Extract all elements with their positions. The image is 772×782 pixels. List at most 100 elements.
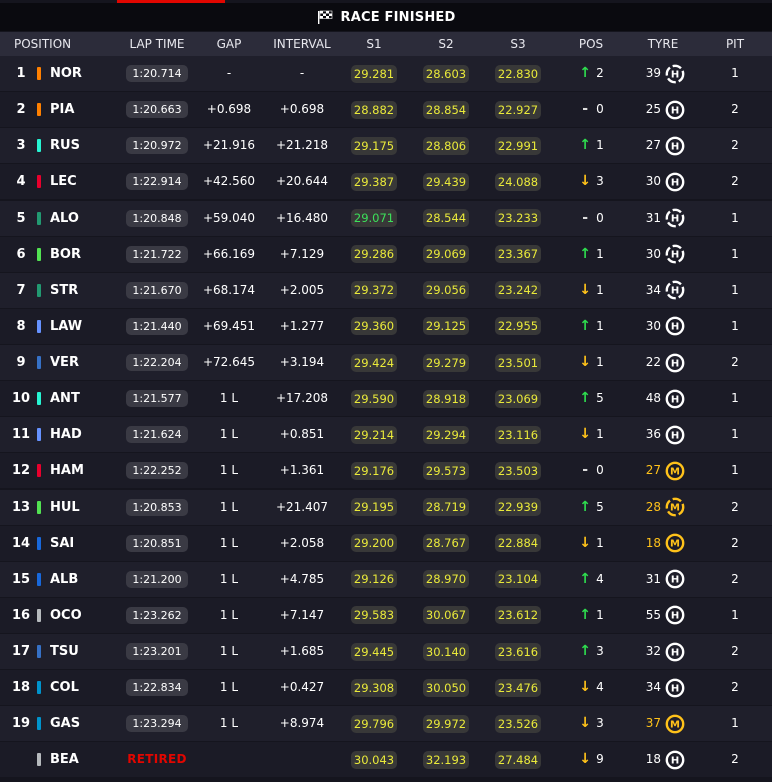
team-color-bar bbox=[37, 572, 41, 586]
pit-count: 1 bbox=[731, 246, 739, 261]
s3-cell: 23.501 bbox=[490, 345, 546, 380]
medium-tyre-icon: M bbox=[665, 714, 685, 734]
driver-code: ALO bbox=[50, 210, 79, 226]
table-row[interactable]: 11 HAD 1:21.624 1 L +0.851 29.214 29.294… bbox=[0, 417, 772, 453]
position-change-value: 0 bbox=[596, 463, 604, 478]
hard-tyre-icon: H bbox=[665, 208, 685, 228]
s3-cell: 24.088 bbox=[490, 164, 546, 199]
sector-2-time: 29.439 bbox=[423, 172, 469, 191]
table-row[interactable]: 4 LEC 1:22.914 +42.560 +20.644 29.387 29… bbox=[0, 164, 772, 200]
tyre-compound-letter: H bbox=[671, 105, 679, 116]
retired-label: RETIRED bbox=[127, 752, 187, 767]
sector-3-time: 23.526 bbox=[495, 714, 541, 733]
header-lap-time[interactable]: LAP TIME bbox=[118, 32, 196, 56]
team-color-bar bbox=[37, 211, 41, 225]
s2-cell: 29.069 bbox=[418, 237, 474, 272]
arrow-up-icon: ↑ bbox=[579, 498, 592, 515]
gap-value: 1 L bbox=[219, 463, 239, 478]
table-row[interactable]: 12 HAM 1:22.252 1 L +1.361 29.176 29.573… bbox=[0, 453, 772, 489]
gap-value: +21.916 bbox=[202, 138, 256, 153]
position-number: 15 bbox=[11, 571, 31, 587]
position-change-value: 1 bbox=[596, 355, 604, 369]
interval-value: - bbox=[299, 66, 305, 80]
lap-time-cell: 1:21.577 bbox=[118, 381, 196, 416]
table-row[interactable]: 6 BOR 1:21.722 +66.169 +7.129 29.286 29.… bbox=[0, 236, 772, 272]
header-pos[interactable]: POS bbox=[566, 32, 616, 56]
header-s2[interactable]: S2 bbox=[418, 32, 474, 56]
s3-cell: 27.484 bbox=[490, 742, 546, 777]
table-row[interactable]: BEA RETIRED 30.043 32.193 27.484 ↓ 9 18 H … bbox=[0, 742, 772, 778]
position-change-value: 1 bbox=[596, 427, 604, 442]
driver-code: HUL bbox=[50, 499, 80, 515]
table-row[interactable]: 13 HUL 1:20.853 1 L +21.407 29.195 28.71… bbox=[0, 489, 772, 525]
sector-3-time: 23.242 bbox=[495, 281, 541, 300]
table-row[interactable]: 7 STR 1:21.670 +68.174 +2.005 29.372 29.… bbox=[0, 272, 772, 308]
lap-time-cell: 1:21.200 bbox=[118, 562, 196, 597]
header-s1[interactable]: S1 bbox=[346, 32, 402, 56]
lap-time-cell: 1:21.440 bbox=[118, 309, 196, 344]
team-color-bar bbox=[37, 645, 41, 658]
tyre-laps: 30 bbox=[645, 318, 661, 333]
lap-time-cell: 1:20.853 bbox=[118, 490, 196, 525]
team-color-bar bbox=[37, 175, 41, 189]
header-position[interactable]: POSITION bbox=[14, 32, 84, 56]
interval-value: +1.361 bbox=[279, 463, 325, 478]
position-change: ↓ 1 bbox=[556, 526, 626, 561]
sector-2-time: 28.970 bbox=[423, 570, 469, 589]
header-s3[interactable]: S3 bbox=[490, 32, 546, 56]
header-pit[interactable]: PIT bbox=[712, 32, 758, 56]
table-row[interactable]: 9 VER 1:22.204 +72.645 +3.194 29.424 29.… bbox=[0, 345, 772, 380]
position-number: 14 bbox=[11, 535, 31, 551]
tyre-compound-letter: H bbox=[671, 755, 679, 766]
table-row[interactable]: 17 TSU 1:23.201 1 L +1.685 29.445 30.140… bbox=[0, 634, 772, 669]
tyre-compound-letter: H bbox=[671, 611, 679, 622]
pit-count: 2 bbox=[731, 355, 739, 369]
position-change: -0 bbox=[556, 453, 626, 488]
table-row[interactable]: 19 GAS 1:23.294 1 L +8.974 29.796 29.972… bbox=[0, 706, 772, 742]
team-color-bar bbox=[37, 67, 41, 80]
s3-cell: 23.233 bbox=[490, 201, 546, 236]
hard-tyre-icon: H bbox=[665, 642, 685, 661]
tyre-laps: 55 bbox=[645, 607, 661, 622]
s1-cell: 29.214 bbox=[346, 417, 402, 452]
table-row[interactable]: 8 LAW 1:21.440 +69.451 +1.277 29.360 29.… bbox=[0, 308, 772, 344]
tyre-info: 39 H bbox=[632, 56, 696, 91]
sector-2-time: 30.067 bbox=[423, 606, 469, 625]
s2-cell: 28.918 bbox=[418, 381, 474, 416]
position-change: ↓ 3 bbox=[556, 164, 626, 199]
position-change: ↓ 1 bbox=[556, 417, 626, 452]
position-number: 18 bbox=[11, 680, 31, 696]
table-row[interactable]: 14 SAI 1:20.851 1 L +2.058 29.200 28.767… bbox=[0, 525, 772, 561]
position-change-value: 5 bbox=[596, 499, 604, 514]
table-row[interactable]: 15 ALB 1:21.200 1 L +4.785 29.126 28.970… bbox=[0, 561, 772, 597]
sector-1-time: 29.195 bbox=[351, 498, 397, 516]
sector-1-time: 29.286 bbox=[351, 245, 397, 264]
sector-2-time: 29.279 bbox=[423, 353, 469, 372]
lap-time-value: 1:20.853 bbox=[126, 498, 188, 516]
table-row[interactable]: 16 OCO 1:23.262 1 L +7.147 29.583 30.067… bbox=[0, 597, 772, 633]
arrow-up-icon: ↑ bbox=[579, 390, 592, 407]
team-color-bar bbox=[37, 681, 41, 695]
table-row[interactable]: 1 NOR 1:20.714 - - 29.281 28.603 22.830 … bbox=[0, 56, 772, 91]
table-row[interactable]: 3 RUS 1:20.972 +21.916 +21.218 29.175 28… bbox=[0, 128, 772, 164]
s3-cell: 23.069 bbox=[490, 381, 546, 416]
table-row[interactable]: 10 ANT 1:21.577 1 L +17.208 29.590 28.91… bbox=[0, 381, 772, 417]
table-row[interactable]: 2 PIA 1:20.663 +0.698 +0.698 28.882 28.8… bbox=[0, 92, 772, 128]
lap-time-cell: 1:23.262 bbox=[118, 598, 196, 633]
header-interval[interactable]: INTERVAL bbox=[266, 32, 338, 56]
position-number: 4 bbox=[16, 174, 26, 190]
s1-cell: 30.043 bbox=[346, 742, 402, 777]
lap-time-value: 1:21.624 bbox=[126, 426, 188, 444]
table-row[interactable]: 18 COL 1:22.834 1 L +0.427 29.308 30.050… bbox=[0, 670, 772, 706]
tyre-compound-letter: H bbox=[671, 69, 679, 80]
pit-count: 2 bbox=[731, 499, 739, 514]
arrow-down-icon: ↓ bbox=[579, 281, 592, 298]
interval-value: +21.218 bbox=[275, 138, 329, 153]
sector-2-time: 32.193 bbox=[423, 750, 469, 769]
position-number: 13 bbox=[11, 499, 31, 515]
header-gap[interactable]: GAP bbox=[200, 32, 258, 56]
table-row[interactable]: 5 ALO 1:20.848 +59.040 +16.480 29.071 28… bbox=[0, 200, 772, 236]
position-change-value: 0 bbox=[596, 102, 604, 117]
header-tyre[interactable]: TYRE bbox=[638, 32, 688, 56]
position-change: ↑ 5 bbox=[556, 381, 626, 416]
